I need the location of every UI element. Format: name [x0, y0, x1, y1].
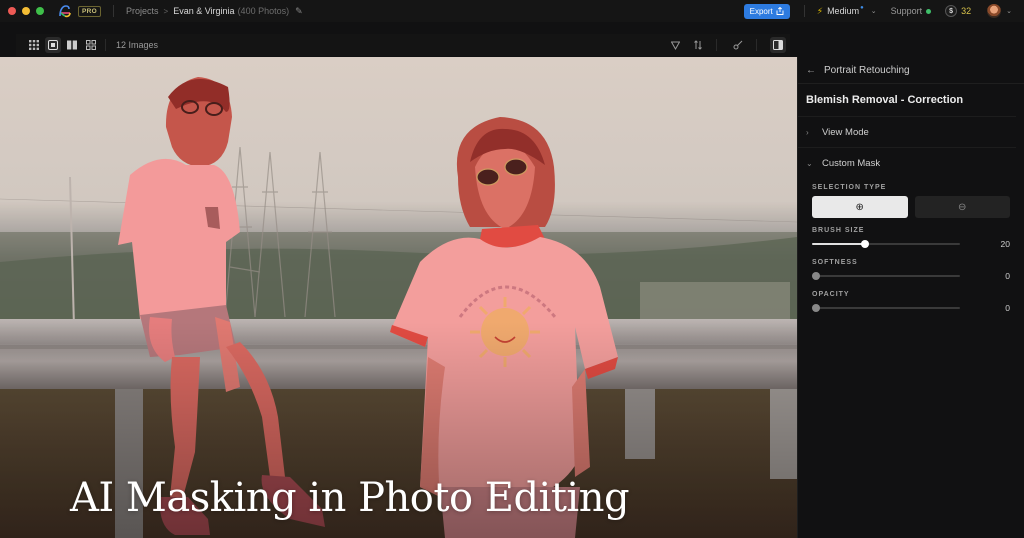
- sort-button[interactable]: [690, 37, 706, 53]
- close-window-button[interactable]: [8, 7, 16, 15]
- filter-button[interactable]: [667, 37, 683, 53]
- pro-badge: PRO: [78, 5, 101, 17]
- selection-type-group: SELECTION TYPE ⊕ ⊖: [798, 184, 1024, 218]
- filter-icon: [670, 41, 680, 50]
- back-to-portrait-retouching[interactable]: ← Portrait Retouching: [798, 57, 1024, 84]
- divider: [756, 39, 757, 51]
- chevron-down-icon: ⌄: [870, 8, 877, 15]
- brush-size-slider[interactable]: [812, 240, 960, 248]
- panel-toggle-icon: [773, 40, 783, 50]
- breadcrumb-projects[interactable]: Projects: [126, 6, 159, 16]
- divider: [105, 39, 106, 51]
- image-toolbar: 12 Images: [16, 34, 790, 56]
- headline-overlay: AI Masking in Photo Editing: [70, 475, 630, 521]
- avatar[interactable]: [987, 4, 1002, 18]
- chevron-right-icon: ›: [806, 127, 809, 137]
- support-button[interactable]: Support: [891, 6, 932, 16]
- export-label: Export: [749, 6, 773, 16]
- photo-count: (400 Photos): [237, 6, 290, 16]
- add-selection-button[interactable]: ⊕: [812, 196, 908, 218]
- vignette: [0, 57, 797, 538]
- circle-plus-icon: ⊕: [855, 201, 864, 213]
- softness-label: SOFTNESS: [812, 259, 858, 266]
- divider: [803, 5, 805, 17]
- support-label: Support: [890, 6, 923, 16]
- opacity-value: 0: [1005, 303, 1010, 313]
- sliders: BRUSH SIZE 20 SOFTNESS 0 OPACITY 0: [798, 227, 1024, 315]
- subtract-selection-button[interactable]: ⊖: [914, 196, 1010, 218]
- divider: [716, 39, 717, 51]
- opacity-slider[interactable]: [812, 304, 960, 312]
- grid-icon: [29, 40, 39, 50]
- coin-icon: $: [945, 5, 958, 17]
- breadcrumb: Projects > Evan & Virginia (400 Photos) …: [126, 6, 303, 17]
- opacity-control: OPACITY 0: [798, 291, 1024, 315]
- chevron-down-icon[interactable]: ⌄: [1006, 7, 1012, 15]
- multi-view-icon: [86, 40, 96, 50]
- brush-size-value: 20: [1000, 239, 1010, 249]
- divider: [113, 5, 114, 17]
- export-button[interactable]: Export: [743, 3, 790, 19]
- selection-type-label: SELECTION TYPE: [812, 184, 887, 191]
- slider-fill: [812, 243, 866, 245]
- title-bar: PRO Projects > Evan & Virginia (400 Phot…: [0, 0, 1024, 22]
- maximize-window-button[interactable]: [36, 7, 44, 15]
- softness-slider[interactable]: [812, 272, 960, 280]
- image-count: 12 Images: [116, 40, 159, 50]
- photo-canvas[interactable]: AI Masking in Photo Editing: [0, 57, 797, 538]
- mask-brush-icon: [733, 40, 743, 50]
- brush-size-label: BRUSH SIZE: [812, 227, 865, 234]
- back-label: Portrait Retouching: [824, 64, 910, 76]
- share-icon: [776, 7, 784, 15]
- online-status-icon: [926, 8, 932, 14]
- credits-count: 32: [961, 6, 972, 16]
- section-label: View Mode: [822, 126, 869, 138]
- sort-icon: [694, 40, 702, 50]
- slider-handle[interactable]: [812, 304, 820, 312]
- compare-view-button[interactable]: [64, 37, 80, 53]
- toolbar-tools: [664, 37, 786, 53]
- brush-size-control: BRUSH SIZE 20: [798, 227, 1024, 251]
- app-logo-icon[interactable]: [58, 4, 72, 18]
- chevron-down-icon: ⌄: [806, 158, 813, 168]
- grid-view-button[interactable]: [26, 37, 42, 53]
- slider-handle[interactable]: [861, 240, 870, 248]
- compare-icon: [67, 40, 77, 50]
- topbar-actions: Export ⚡ Medium ● ⌄ Support $ 32 ⌄: [743, 3, 1024, 19]
- quality-selector[interactable]: ⚡ Medium ● ⌄: [816, 5, 877, 17]
- circle-minus-icon: ⊖: [958, 201, 967, 213]
- pencil-icon[interactable]: ✎: [295, 6, 303, 17]
- selection-type-toggle: ⊕ ⊖: [798, 196, 1024, 218]
- quality-label: Medium: [827, 6, 860, 16]
- masked-photo: [0, 57, 797, 538]
- credits-display[interactable]: $ 32: [945, 5, 971, 17]
- info-dot-icon: ●: [860, 5, 864, 11]
- single-view-button[interactable]: [45, 37, 61, 53]
- bolt-icon: ⚡: [816, 5, 824, 16]
- panel-toggle-button[interactable]: [770, 37, 786, 53]
- breadcrumb-current-project[interactable]: Evan & Virginia: [173, 6, 234, 16]
- section-view-mode[interactable]: › View Mode: [798, 116, 1016, 147]
- multi-view-button[interactable]: [83, 37, 99, 53]
- window-controls: [8, 7, 44, 15]
- single-view-icon: [48, 40, 58, 50]
- arrow-left-icon: ←: [806, 64, 816, 76]
- minimize-window-button[interactable]: [22, 7, 30, 15]
- slider-handle[interactable]: [812, 272, 820, 280]
- opacity-label: OPACITY: [812, 291, 850, 298]
- softness-control: SOFTNESS 0: [798, 259, 1024, 283]
- section-custom-mask[interactable]: ⌄ Custom Mask: [798, 147, 1016, 178]
- section-label: Custom Mask: [822, 157, 881, 169]
- breadcrumb-separator: >: [163, 6, 169, 16]
- softness-value: 0: [1005, 271, 1010, 281]
- adjustments-panel: ← Portrait Retouching Blemish Removal - …: [797, 57, 1024, 538]
- panel-title: Blemish Removal - Correction: [806, 94, 964, 106]
- mask-brush-button[interactable]: [730, 37, 746, 53]
